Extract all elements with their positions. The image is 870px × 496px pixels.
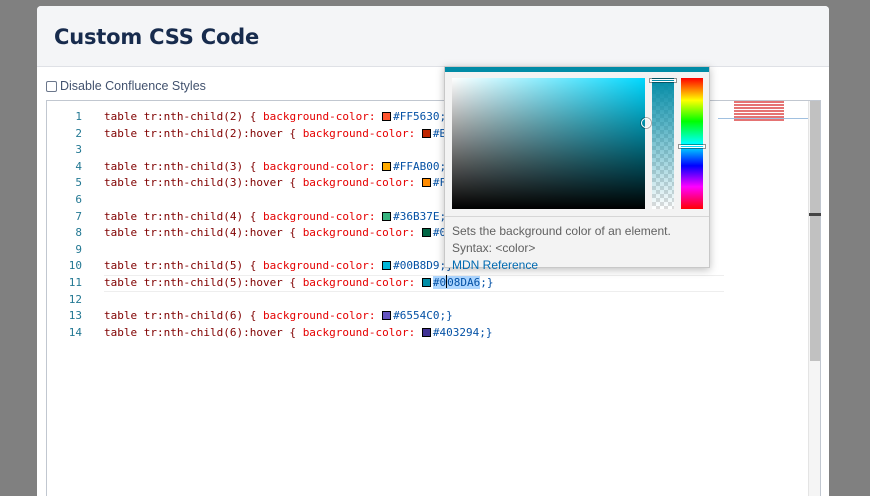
editor-gutter: 1 2 3 4 5 6 7 8 9 10 11 12 13 14 <box>47 101 89 496</box>
disable-styles-checkbox[interactable] <box>46 80 57 92</box>
color-swatch[interactable] <box>421 327 431 337</box>
line-number: 13 <box>68 309 82 323</box>
property-description: Sets the background color of an element. <box>452 224 671 238</box>
scrollbar-thumb[interactable] <box>810 101 820 361</box>
vertical-scrollbar[interactable] <box>808 101 821 496</box>
minimap-viewport[interactable] <box>718 118 808 121</box>
css-property: background-color: <box>302 126 422 140</box>
line-number: 12 <box>68 292 82 306</box>
css-selector: table tr:nth-child(4):hover { <box>104 226 303 240</box>
hue-handle[interactable] <box>679 145 705 148</box>
mdn-reference-link[interactable]: MDN Reference <box>452 258 538 272</box>
opacity-handle[interactable] <box>650 79 676 82</box>
color-swatch[interactable] <box>421 277 431 287</box>
color-swatch[interactable] <box>382 261 392 271</box>
saturation-box[interactable] <box>452 78 651 209</box>
css-selector: table tr:nth-child(6):hover { <box>104 325 303 339</box>
line-number: 10 <box>68 259 82 273</box>
color-swatch[interactable] <box>382 311 392 321</box>
line-number: 4 <box>75 159 82 173</box>
line-number: 5 <box>75 176 82 190</box>
code-line[interactable]: table tr:nth-child(5):hover { background… <box>104 274 724 292</box>
opacity-strip[interactable] <box>652 78 674 209</box>
line-number: 2 <box>75 126 82 140</box>
css-property: background-color: <box>302 325 422 339</box>
picker-divider <box>445 216 709 217</box>
color-picker-hover: Sets the background color of an element.… <box>444 66 710 272</box>
cursor-position-marker <box>809 213 821 216</box>
line-number: 7 <box>75 209 82 223</box>
line-number: 1 <box>75 110 82 123</box>
text-cursor <box>446 274 448 288</box>
hue-strip[interactable] <box>681 78 703 209</box>
css-selector: table tr:nth-child(3) { <box>104 159 263 173</box>
custom-css-dialog: Custom CSS Code Disable Confluence Style… <box>37 6 829 496</box>
css-selector: table tr:nth-child(2) { <box>104 110 263 123</box>
color-swatch[interactable] <box>421 228 431 238</box>
css-property: background-color: <box>302 176 422 190</box>
line-number: 6 <box>75 192 82 206</box>
disable-styles-option[interactable]: Disable Confluence Styles <box>46 78 206 94</box>
css-selector: table tr:nth-child(6) { <box>104 309 263 323</box>
disable-styles-label[interactable]: Disable Confluence Styles <box>60 79 206 93</box>
css-selector: table tr:nth-child(5):hover { <box>104 275 303 289</box>
css-property: background-color: <box>302 275 422 289</box>
css-property: background-color: <box>262 259 383 273</box>
css-value: #6554C0;} <box>393 309 453 323</box>
color-swatch[interactable] <box>421 178 431 188</box>
code-line[interactable] <box>104 292 808 309</box>
selected-color-token[interactable]: #008DA6 <box>432 274 481 289</box>
css-property: background-color: <box>262 110 383 123</box>
color-swatch[interactable] <box>382 112 392 121</box>
color-swatch[interactable] <box>382 211 392 221</box>
line-number: 8 <box>75 226 82 240</box>
line-numbers: 1 2 3 4 5 6 7 8 9 10 11 12 13 14 <box>47 109 82 341</box>
code-line[interactable]: table tr:nth-child(6):hover { background… <box>104 325 808 342</box>
css-value: #008DA6;} <box>432 274 494 289</box>
minimap[interactable] <box>734 101 804 131</box>
css-property: background-color: <box>262 309 383 323</box>
dialog-title: Custom CSS Code <box>54 25 260 49</box>
line-number: 9 <box>75 242 82 256</box>
saturation-handle[interactable] <box>641 118 651 128</box>
css-selector: table tr:nth-child(3):hover { <box>104 176 303 190</box>
css-selector: table tr:nth-child(5) { <box>104 259 263 273</box>
code-line[interactable]: table tr:nth-child(6) { background-color… <box>104 308 808 325</box>
line-number: 11 <box>68 275 82 289</box>
line-number: 14 <box>68 325 82 339</box>
css-property: background-color: <box>262 209 383 223</box>
color-swatch[interactable] <box>421 128 431 138</box>
css-selector: table tr:nth-child(4) { <box>104 209 263 223</box>
dialog-header: Custom CSS Code <box>37 6 829 67</box>
css-selector: table tr:nth-child(2):hover { <box>104 126 303 140</box>
color-swatch[interactable] <box>382 161 392 171</box>
css-property: background-color: <box>302 226 422 240</box>
css-value: #403294;} <box>432 325 493 339</box>
current-color-bar[interactable] <box>445 67 709 72</box>
property-docs: Sets the background color of an element.… <box>452 223 671 274</box>
css-property: background-color: <box>262 159 383 173</box>
line-number: 3 <box>75 143 82 157</box>
property-syntax: Syntax: <color> <box>452 241 536 255</box>
